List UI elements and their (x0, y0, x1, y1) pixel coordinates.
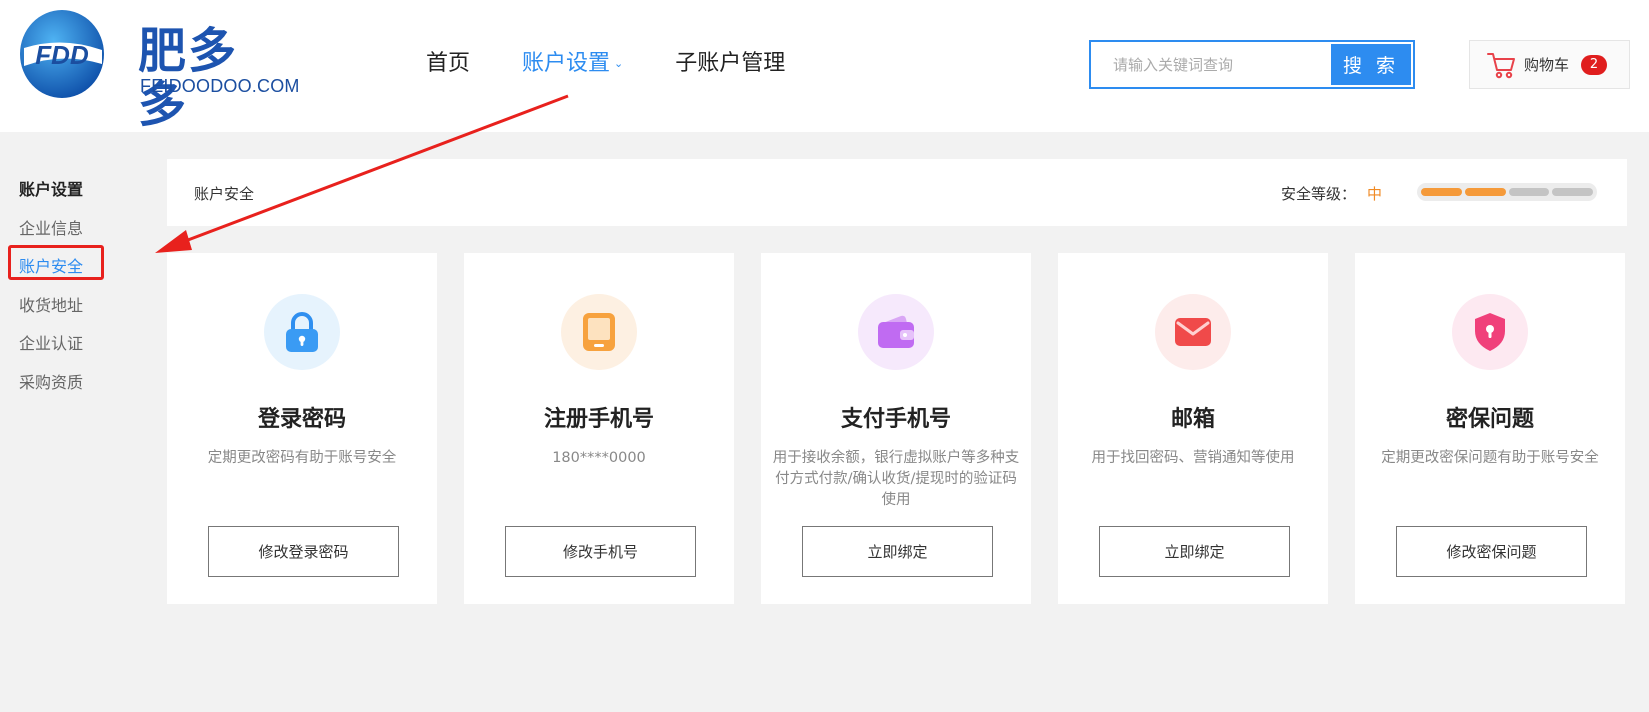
card-icon-wrap (1155, 294, 1231, 370)
security-level-label: 安全等级： (1281, 185, 1357, 203)
shield-icon (1475, 313, 1505, 351)
security-level-meter (1417, 183, 1597, 201)
nav-home-label: 首页 (426, 51, 471, 76)
card-title: 登录密码 (257, 407, 346, 432)
site-logo[interactable]: FDD 肥多多 FEIDOODOO.COM (18, 8, 299, 132)
wallet-icon (878, 315, 914, 348)
annotation-highlight-box (8, 245, 104, 280)
card-title: 注册手机号 (543, 407, 654, 432)
card-icon-wrap (858, 294, 934, 370)
nav-account-settings-label: 账户设置 (522, 51, 611, 76)
card-description: 180****0000 (552, 450, 646, 466)
logo-mark-text: FDD (35, 40, 89, 70)
change-login-password-button[interactable]: 修改登录密码 (208, 526, 399, 577)
cart-label: 购物车 (1524, 56, 1570, 74)
cart-button[interactable]: 购物车 2 (1469, 40, 1630, 89)
card-payment-phone: 支付手机号 用于接收余额，银行虚拟账户等多种支付方式付款/确认收货/提现时的验证… (761, 253, 1031, 604)
nav-home[interactable]: 首页 (426, 44, 470, 84)
tablet-icon (583, 313, 615, 351)
card-security-questions: 密保问题 定期更改密保问题有助于账号安全 修改密保问题 (1355, 253, 1625, 604)
nav-sub-accounts[interactable]: 子账户管理 (675, 44, 785, 84)
bind-payment-phone-button[interactable]: 立即绑定 (802, 526, 993, 577)
cart-icon (1487, 52, 1515, 78)
cart-count-badge: 2 (1581, 54, 1608, 75)
annotation-arrow-head (155, 230, 192, 253)
card-icon-wrap (264, 294, 340, 370)
search-box: 搜 索 (1089, 40, 1415, 89)
card-description: 定期更改密保问题有助于账号安全 (1381, 450, 1599, 466)
sidebar-item-purchase-qualification[interactable]: 采购资质 (19, 369, 83, 393)
card-email: 邮箱 用于找回密码、营销通知等使用 立即绑定 (1058, 253, 1328, 604)
sidebar-item-shipping-address[interactable]: 收货地址 (19, 292, 83, 316)
nav-sub-accounts-label: 子账户管理 (675, 51, 786, 76)
card-icon-wrap (561, 294, 637, 370)
site-header: FDD 肥多多 FEIDOODOO.COM 首页 账户设置⌄ 子账户管理 搜 索… (0, 0, 1649, 132)
security-level-value: 中 (1367, 185, 1383, 203)
nav-account-settings[interactable]: 账户设置 ⌄ (522, 44, 623, 84)
card-description: 定期更改密码有助于账号安全 (207, 450, 397, 466)
card-registered-phone: 注册手机号 180****0000 修改手机号 (464, 253, 734, 604)
section-title: 账户安全 (194, 185, 255, 203)
security-level-segment (1464, 188, 1506, 196)
sidebar-item-company-verification[interactable]: 企业认证 (19, 330, 83, 354)
mail-icon (1175, 318, 1211, 346)
card-description: 用于接收余额，银行虚拟账户等多种支付方式付款/确认收货/提现时的验证码使用 (772, 450, 1020, 508)
change-phone-button[interactable]: 修改手机号 (505, 526, 696, 577)
security-level-segment (1552, 188, 1593, 196)
lock-icon (286, 312, 318, 352)
search-input[interactable] (1091, 42, 1331, 87)
search-button[interactable]: 搜 索 (1331, 44, 1411, 85)
sidebar-item-company-info[interactable]: 企业信息 (19, 215, 83, 239)
card-title: 支付手机号 (840, 407, 951, 432)
logo-mark-icon: FDD (20, 10, 104, 98)
change-security-questions-button[interactable]: 修改密保问题 (1396, 526, 1587, 577)
security-level-segment (1421, 188, 1462, 196)
chevron-down-icon: ⌄ (614, 57, 624, 70)
card-login-password: 登录密码 定期更改密码有助于账号安全 修改登录密码 (167, 253, 437, 604)
security-header-bar: 账户安全 安全等级： 中 (167, 159, 1627, 226)
security-level-segment (1508, 188, 1550, 196)
main-nav: 首页 账户设置 ⌄ 子账户管理 (426, 44, 837, 84)
card-icon-wrap (1452, 294, 1528, 370)
logo-domain: FEIDOODOO.COM (140, 76, 300, 96)
card-description: 用于找回密码、营销通知等使用 (1091, 450, 1295, 466)
sidebar-title: 账户设置 (19, 180, 84, 199)
bind-email-button[interactable]: 立即绑定 (1099, 526, 1290, 577)
card-title: 邮箱 (1170, 407, 1215, 432)
card-title: 密保问题 (1445, 407, 1534, 432)
